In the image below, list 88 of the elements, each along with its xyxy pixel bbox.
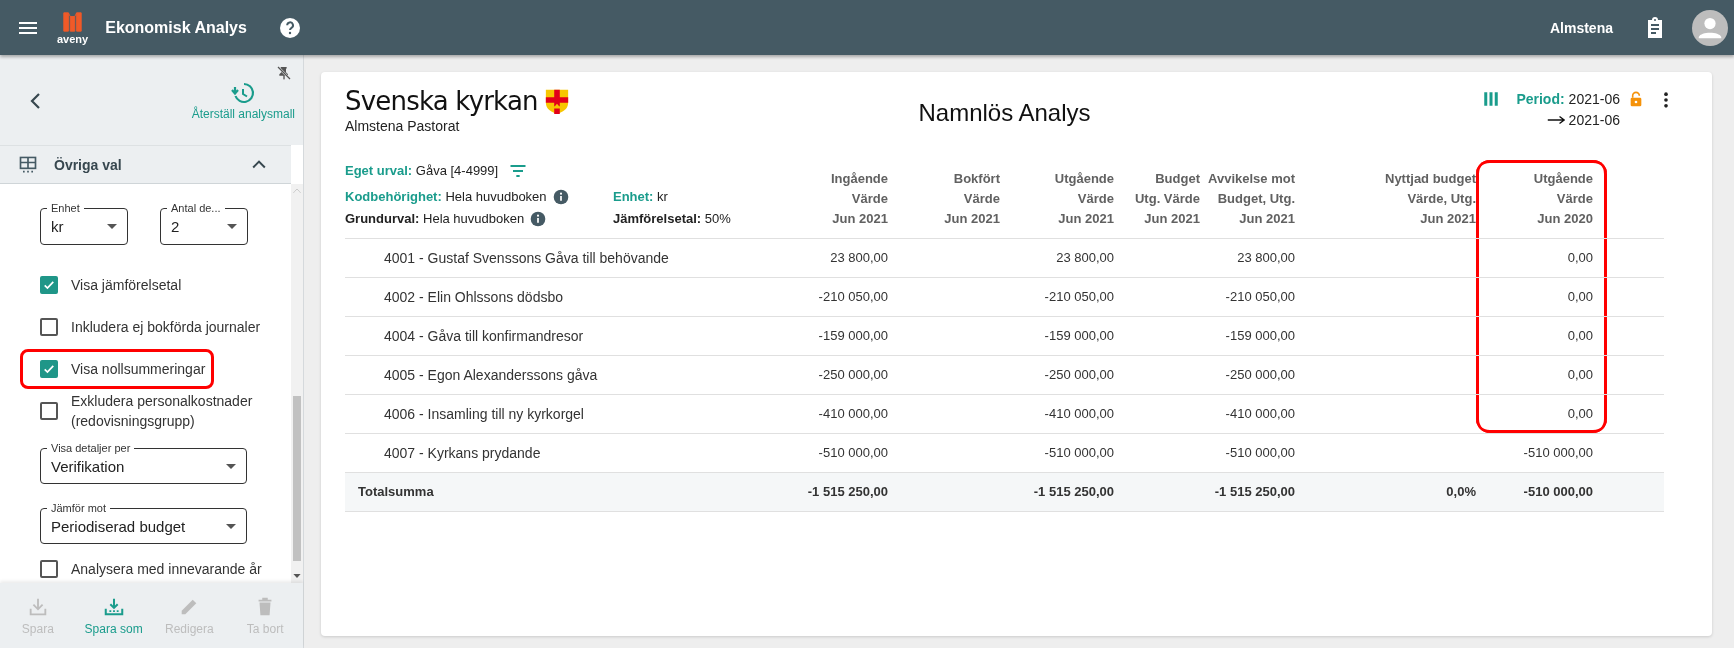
app-title: Ekonomisk Analys xyxy=(105,18,247,37)
table-cell: 23 800,00 xyxy=(765,238,888,277)
column-header[interactable]: Bokfört Värde Jun 2021 xyxy=(888,160,1000,238)
column-header[interactable]: Budget Utg. Värde Jun 2021 xyxy=(1114,160,1200,238)
column-header[interactable]: Utgående Värde Jun 2021 xyxy=(1000,160,1114,238)
table-cell: -159 000,00 xyxy=(1000,316,1114,355)
table-cell: -410 000,00 xyxy=(1200,394,1295,433)
table-cell: -210 050,00 xyxy=(1000,277,1114,316)
account-name: 4004 - Gåva till konfirmandresor xyxy=(345,316,765,355)
table-cell: -1 515 250,00 xyxy=(765,472,888,511)
table-cell: 0,00 xyxy=(1476,277,1607,316)
section-title: Övriga val xyxy=(54,156,123,173)
filter-text: Jämförelsetal: 50% xyxy=(613,211,731,226)
table-cell: 0,00 xyxy=(1476,355,1607,394)
section-header[interactable]: Övriga val xyxy=(0,145,291,184)
column-header[interactable]: Nyttjad budget Värde, Utg. Jun 2021 xyxy=(1295,160,1476,238)
table-cell: -410 000,00 xyxy=(1000,394,1114,433)
account-name: 4002 - Elin Ohlssons dödsbo xyxy=(345,277,765,316)
option-label[interactable]: Analysera med innevarande år xyxy=(71,559,267,579)
caret-icon xyxy=(107,224,117,229)
table-cell: -510 000,00 xyxy=(1200,433,1295,472)
filter-text: Kodbehörighet: Hela huvudboken xyxy=(345,189,547,204)
table-cell: 0,0% xyxy=(1295,472,1476,511)
report-title: Namnlös Analys xyxy=(918,99,1091,127)
info-icon[interactable] xyxy=(530,210,547,227)
table-cell: 23 800,00 xyxy=(1200,238,1295,277)
table-cell: 23 800,00 xyxy=(1000,238,1114,277)
table-cell: -210 050,00 xyxy=(765,277,888,316)
unit-name: Almstena Pastorat xyxy=(345,118,461,134)
checkbox[interactable] xyxy=(40,402,58,420)
arrow-icon xyxy=(1546,115,1565,125)
column-header[interactable]: Ingående Värde Jun 2021 xyxy=(765,160,888,238)
checkbox[interactable] xyxy=(40,360,58,378)
option-label[interactable]: Exkludera personalkostnader (redovisningsgrupp) xyxy=(71,391,267,431)
table-cell: -210 050,00 xyxy=(1200,277,1295,316)
table-cell: -250 000,00 xyxy=(765,355,888,394)
organization-name: Svenska kyrkan xyxy=(345,86,538,116)
option-label[interactable]: Visa nollsummeringar xyxy=(71,359,267,379)
table-cell: -250 000,00 xyxy=(1200,355,1295,394)
table-cell: -510 000,00 xyxy=(1476,433,1607,472)
table-cell: -1 515 250,00 xyxy=(1000,472,1114,511)
scrollbar[interactable] xyxy=(291,184,303,583)
period-to: 2021-06 xyxy=(1568,112,1620,128)
account-name: 4006 - Insamling till ny kyrkorgel xyxy=(345,394,765,433)
account-name: Totalsumma xyxy=(345,472,765,511)
table-cell: -510 000,00 xyxy=(765,433,888,472)
column-header[interactable]: Utgående Värde Jun 2020 xyxy=(1476,160,1607,238)
checkbox[interactable] xyxy=(40,276,58,294)
avatar-icon[interactable] xyxy=(1692,9,1728,46)
check-icon xyxy=(42,362,56,376)
option-label[interactable]: Visa jämförelsetal xyxy=(71,275,267,295)
table-cell: -159 000,00 xyxy=(765,316,888,355)
table-cell: -510 000,00 xyxy=(1476,472,1607,511)
table-cell: 0,00 xyxy=(1476,394,1607,433)
pin-off-icon[interactable] xyxy=(276,65,292,81)
table-icon xyxy=(18,154,38,175)
caret-icon xyxy=(226,523,236,529)
column-header[interactable]: Avvikelse mot Budget, Utg. Jun 2021 xyxy=(1200,160,1295,238)
table-cell: -1 515 250,00 xyxy=(1200,472,1295,511)
info-icon[interactable] xyxy=(552,188,569,205)
table-cell: -410 000,00 xyxy=(765,394,888,433)
account-name: 4005 - Egon Alexanderssons gåva xyxy=(345,355,765,394)
table-cell: -510 000,00 xyxy=(1000,433,1114,472)
filter-text: Eget urval: Gåva [4-4999] xyxy=(345,163,499,178)
account-name: 4001 - Gustaf Svenssons Gåva till behövande xyxy=(345,238,765,277)
filter-text: Enhet: kr xyxy=(613,189,668,204)
check-icon xyxy=(42,278,56,292)
account-name: 4007 - Kyrkans prydande xyxy=(345,433,765,472)
history-icon xyxy=(231,81,256,105)
table-cell: 0,00 xyxy=(1476,316,1607,355)
scroll-thumb[interactable] xyxy=(293,396,301,561)
checkbox[interactable] xyxy=(40,318,58,336)
table-cell: 0,00 xyxy=(1476,238,1607,277)
caret-icon xyxy=(227,224,237,229)
logo-mark-icon xyxy=(61,10,85,33)
logo-text: aveny xyxy=(57,32,89,45)
table-cell: -250 000,00 xyxy=(1000,355,1114,394)
table-cell: -159 000,00 xyxy=(1200,316,1295,355)
period-label: Period: xyxy=(1516,91,1565,107)
option-label[interactable]: Inkludera ej bokförda journaler xyxy=(71,317,267,337)
period-from: 2021-06 xyxy=(1568,91,1620,107)
columns-icon[interactable] xyxy=(1482,90,1501,108)
shield-icon xyxy=(543,88,570,114)
caret-icon xyxy=(226,463,236,469)
filter-text: Grundurval: Hela huvudboken xyxy=(345,211,525,226)
checkbox[interactable] xyxy=(40,560,58,578)
help-icon[interactable] xyxy=(277,15,302,40)
user-name[interactable]: Almstena xyxy=(1549,19,1613,36)
